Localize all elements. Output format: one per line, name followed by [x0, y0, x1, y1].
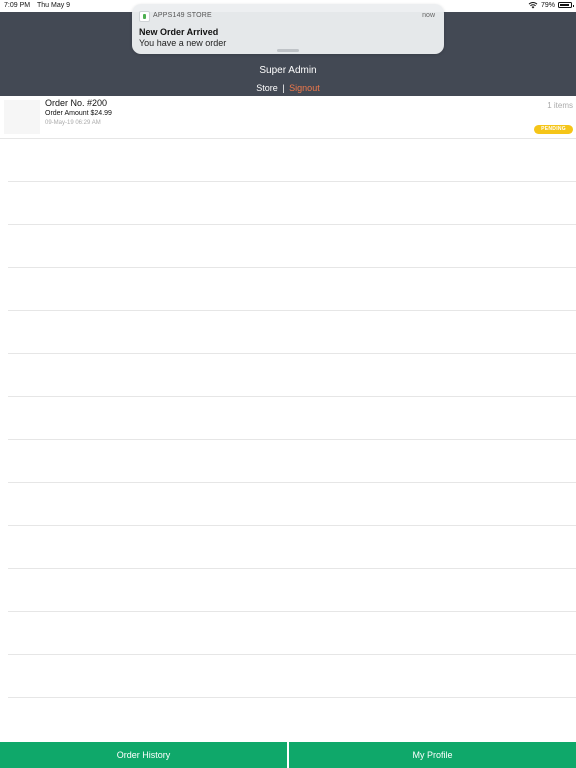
store-link[interactable]: Store	[256, 83, 278, 93]
empty-row	[8, 397, 576, 440]
order-date: 09-May-19 06:29 AM	[45, 120, 101, 126]
battery-icon	[558, 2, 574, 8]
empty-row	[8, 612, 576, 655]
empty-row	[8, 440, 576, 483]
empty-row	[8, 483, 576, 526]
order-row[interactable]: Order No. #200 Order Amount $24.99 09-Ma…	[0, 96, 576, 139]
link-separator: |	[282, 83, 285, 93]
empty-row	[8, 139, 576, 182]
page-title: Super Admin	[259, 65, 317, 76]
tab-my-profile[interactable]: My Profile	[287, 742, 576, 768]
notification-title: New Order Arrived	[139, 27, 219, 37]
status-right: 79%	[528, 1, 574, 9]
order-list: Order No. #200 Order Amount $24.99 09-Ma…	[0, 96, 576, 698]
bottom-tab-bar: Order History My Profile	[0, 742, 576, 768]
signout-link[interactable]: Signout	[289, 83, 320, 93]
order-number: Order No. #200	[45, 98, 108, 108]
status-badge: PENDING	[534, 125, 573, 134]
wifi-icon	[528, 2, 538, 9]
empty-row	[8, 225, 576, 268]
notification-app-name: APPS149 STORE	[153, 12, 212, 19]
empty-row	[8, 354, 576, 397]
empty-row	[8, 569, 576, 612]
empty-row	[8, 268, 576, 311]
notification-time: now	[422, 12, 435, 19]
notification-body: You have a new order	[139, 38, 227, 48]
empty-row	[8, 655, 576, 698]
notification-grabber[interactable]	[277, 49, 299, 52]
empty-row	[8, 311, 576, 354]
notification-banner[interactable]: APPS149 STORE now New Order Arrived You …	[132, 4, 444, 54]
header-links: Store | Signout	[0, 83, 576, 93]
empty-row	[8, 182, 576, 225]
empty-row	[8, 526, 576, 569]
status-time: 7:09 PM	[4, 2, 31, 9]
app-icon	[139, 11, 150, 22]
order-amount: Order Amount $24.99	[45, 110, 112, 117]
status-date: Thu May 9	[37, 2, 71, 9]
tab-order-history[interactable]: Order History	[0, 742, 287, 768]
order-item-count: 1 items	[547, 101, 573, 110]
battery-percent: 79%	[540, 1, 555, 9]
order-thumbnail	[4, 100, 40, 134]
